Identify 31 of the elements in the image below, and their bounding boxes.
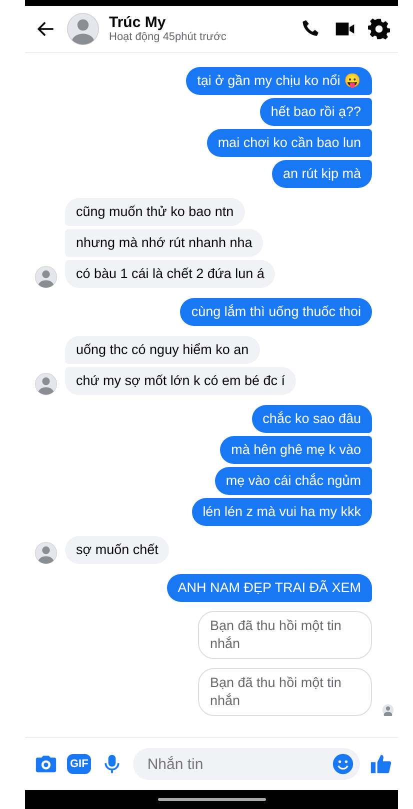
seen-avatar-icon	[382, 704, 394, 716]
camera-icon[interactable]	[35, 753, 57, 775]
avatar-icon	[35, 373, 57, 395]
message-bubble[interactable]: sợ muốn chết	[65, 536, 170, 564]
emoji-icon[interactable]	[332, 753, 354, 775]
contact-name: Trúc My	[109, 15, 167, 31]
message-bubble[interactable]: an rút kịp mà	[272, 160, 372, 188]
message-bubble[interactable]: mà hên ghê mẹ k vào	[220, 436, 372, 464]
message-bubble[interactable]: cùng lắm thì uống thuốc thoi	[180, 298, 372, 326]
settings-icon[interactable]	[368, 18, 390, 40]
message-bubble[interactable]: chứ my sợ mốt lớn k có em bé đc í	[65, 367, 296, 395]
message-bubble[interactable]: mai chơi ko cần bao lun	[206, 129, 372, 157]
message-bubble[interactable]: tại ở gần my chịu ko nổi 😛	[186, 67, 372, 95]
message-bubble[interactable]: mẹ vào cái chắc ngủm	[214, 467, 372, 495]
thumbs-up-icon[interactable]	[370, 753, 392, 775]
message-bubble[interactable]: uống thc có nguy hiểm ko an	[65, 336, 260, 364]
message-bubble[interactable]: ANH NAM ĐẸP TRAI ĐÃ XEM	[166, 574, 372, 602]
recalled-message: Bạn đã thu hồi một tin nhắn	[198, 668, 372, 716]
avatar-icon	[35, 542, 57, 564]
avatar-icon	[67, 13, 99, 45]
recalled-message: Bạn đã thu hồi một tin nhắn	[198, 611, 372, 659]
message-input-field[interactable]: Nhắn tin	[133, 748, 360, 780]
message-bubble[interactable]: nhưng mà nhớ rút nhanh nha	[65, 229, 264, 257]
avatar-icon	[35, 266, 57, 288]
message-bubble[interactable]: có bàu 1 cái là chết 2 đứa lun á	[65, 260, 276, 288]
gif-button[interactable]: GIF	[67, 754, 92, 774]
active-status: Hoạt động 45phút trước	[109, 31, 228, 43]
message-bubble[interactable]: lén lén z mà vui ha my kkk	[192, 498, 372, 526]
message-bubble[interactable]: hết bao rồi ạ??	[260, 98, 372, 126]
message-bubble[interactable]: chắc ko sao đâu	[252, 405, 372, 433]
message-bubble[interactable]: cũng muốn thử ko bao ntn	[65, 198, 245, 226]
